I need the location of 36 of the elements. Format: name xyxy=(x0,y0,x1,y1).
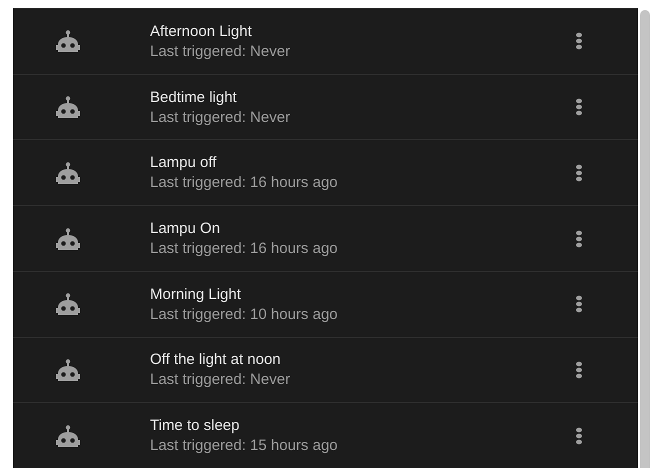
automation-name: Morning Light xyxy=(150,286,241,303)
robot-icon xyxy=(55,424,81,447)
last-triggered-text: Last triggered: 15 hours ago xyxy=(150,437,338,454)
more-vertical-icon xyxy=(576,426,582,445)
automation-name: Lampu On xyxy=(150,220,220,238)
automation-name: Time to sleep xyxy=(150,417,240,434)
more-vertical-icon xyxy=(576,360,582,379)
last-triggered-text: Last triggered: Never xyxy=(150,108,290,126)
automation-name: Off the light at noon xyxy=(150,351,281,368)
last-triggered-text: Last triggered: 16 hours ago xyxy=(150,174,338,192)
automation-row[interactable]: Bedtime light Last triggered: Never xyxy=(13,74,638,140)
more-vertical-icon xyxy=(576,32,582,50)
robot-icon xyxy=(55,293,81,316)
automation-row[interactable]: Morning Light Last triggered: 10 hours ago xyxy=(13,272,638,338)
robot-icon xyxy=(55,228,81,250)
automation-row[interactable]: Lampu off Last triggered: 16 hours ago xyxy=(13,140,638,206)
automation-name: Lampu off xyxy=(150,154,216,172)
scrollbar[interactable] xyxy=(640,10,650,468)
automation-row[interactable]: Afternoon Light Last triggered: Never xyxy=(13,9,638,75)
automation-row[interactable]: Lampu On Last triggered: 16 hours ago xyxy=(13,206,638,272)
last-triggered-text: Last triggered: 10 hours ago xyxy=(150,306,338,323)
automation-name: Afternoon Light xyxy=(150,22,252,40)
robot-icon xyxy=(55,30,81,52)
more-vertical-icon xyxy=(576,164,582,182)
last-triggered-text: Last triggered: 16 hours ago xyxy=(150,240,338,258)
robot-icon xyxy=(55,96,81,118)
automation-name: Bedtime light xyxy=(150,88,237,106)
automation-row[interactable]: Time to sleep Last triggered: 15 hours ago xyxy=(13,403,638,468)
automation-row[interactable]: Off the light at noon Last triggered: Never xyxy=(13,338,638,404)
more-vertical-icon xyxy=(576,230,582,248)
last-triggered-text: Last triggered: Never xyxy=(150,371,290,388)
last-triggered-text: Last triggered: Never xyxy=(150,42,290,60)
more-vertical-icon xyxy=(576,295,582,314)
robot-icon xyxy=(55,162,81,184)
more-vertical-icon xyxy=(576,98,582,116)
robot-icon xyxy=(55,358,81,381)
